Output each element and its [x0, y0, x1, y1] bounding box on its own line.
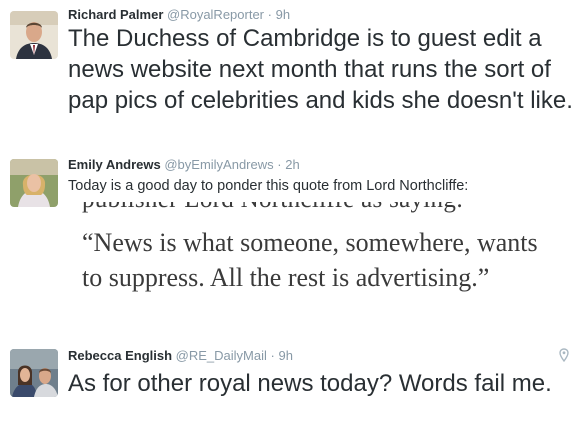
tweet-header: Rebecca English @RE_DailyMail · 9h: [68, 348, 293, 363]
author-name[interactable]: Rebecca English: [68, 348, 172, 363]
quote-image[interactable]: publisher Lord Northcliffe as saying: “N…: [68, 202, 568, 337]
timestamp[interactable]: 2h: [285, 157, 299, 172]
author-handle[interactable]: @byEmilyAndrews: [164, 157, 273, 172]
avatar[interactable]: [10, 159, 58, 207]
tweet-header: Emily Andrews @byEmilyAndrews · 2h: [68, 157, 300, 172]
author-handle[interactable]: @RE_DailyMail: [176, 348, 267, 363]
timestamp[interactable]: 9h: [278, 348, 292, 363]
tweet-text: Today is a good day to ponder this quote…: [68, 178, 469, 194]
avatar[interactable]: [10, 349, 58, 397]
separator: ·: [267, 7, 272, 22]
profile-photo-icon: [10, 11, 58, 59]
profile-photo-icon: [10, 159, 58, 207]
separator: ·: [277, 157, 282, 172]
profile-photo-icon: [10, 349, 58, 397]
tweet-header: Richard Palmer @RoyalReporter · 9h: [68, 7, 290, 22]
author-handle[interactable]: @RoyalReporter: [167, 7, 264, 22]
avatar[interactable]: [10, 11, 58, 59]
location-pin-icon[interactable]: [559, 348, 569, 362]
timestamp[interactable]: 9h: [276, 7, 290, 22]
author-name[interactable]: Richard Palmer: [68, 7, 163, 22]
author-name[interactable]: Emily Andrews: [68, 157, 161, 172]
separator: ·: [270, 348, 275, 363]
tweet-text: As for other royal news today? Words fai…: [68, 370, 552, 397]
quote-text: “News is what someone, somewhere, wants …: [82, 228, 538, 292]
tweet-text: The Duchess of Cambridge is to guest edi…: [68, 25, 573, 114]
quote-cut-line: publisher Lord Northcliffe as saying:: [82, 202, 463, 214]
